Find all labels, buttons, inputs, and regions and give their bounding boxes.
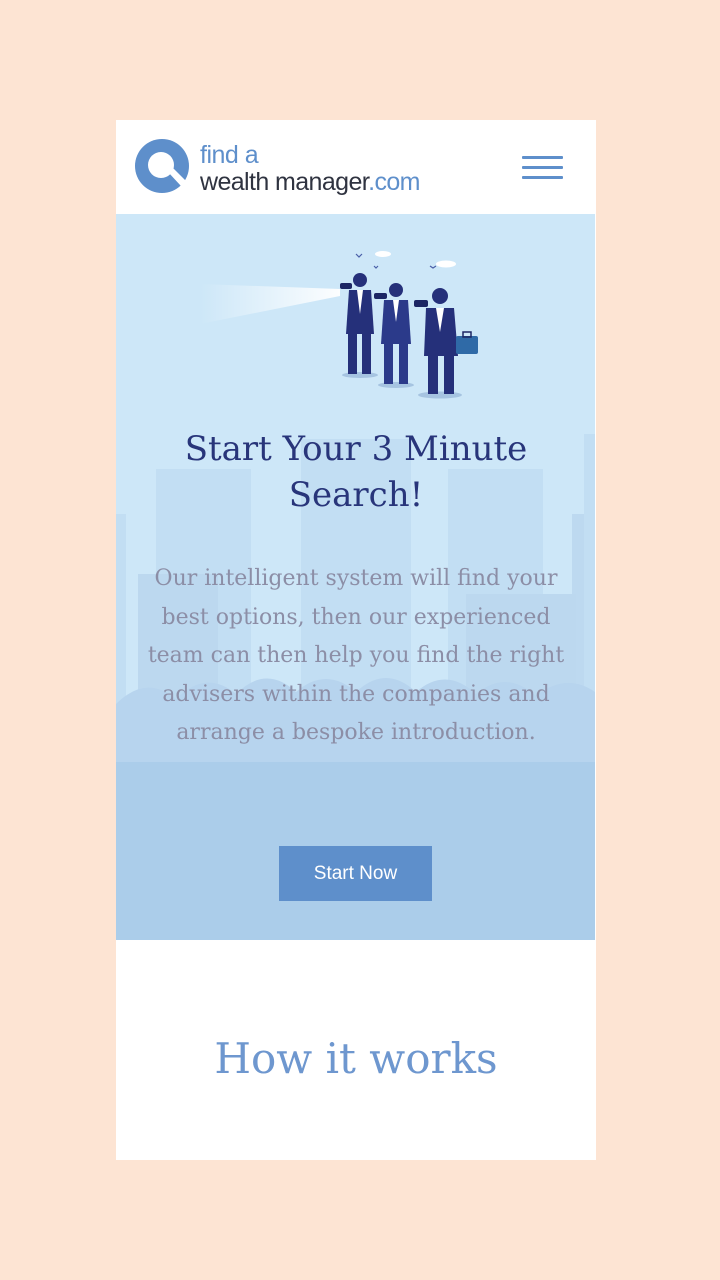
hamburger-menu-icon-bar-middle	[522, 166, 563, 169]
hero-description: Our intelligent system will find your be…	[147, 566, 565, 745]
mobile-page: find a wealth manager.com Start Your 3 M…	[116, 120, 596, 1160]
site-logo[interactable]: find a wealth manager.com	[134, 138, 454, 200]
logo-text-tld: .com	[368, 168, 420, 196]
hamburger-menu-icon-bar-bottom	[522, 176, 563, 179]
logo-text-wealth-manager: wealth manager.com	[200, 168, 420, 196]
how-it-works-heading: How it works	[214, 1034, 498, 1083]
magnifier-logo-icon	[135, 139, 189, 193]
start-now-button[interactable]: Start Now	[279, 846, 432, 901]
hamburger-menu-button[interactable]	[516, 150, 568, 186]
hero-section: Start Your 3 Minute Search! Our intellig…	[116, 214, 595, 940]
hero-title: Start Your 3 Minute Search!	[184, 429, 528, 515]
business-team-binoculars-illustration	[200, 251, 478, 399]
site-header: find a wealth manager.com	[116, 120, 596, 214]
logo-text-find-a: find a	[200, 141, 259, 169]
logo-text-main: wealth manager	[200, 168, 369, 196]
hamburger-menu-icon-bar-top	[522, 156, 563, 159]
